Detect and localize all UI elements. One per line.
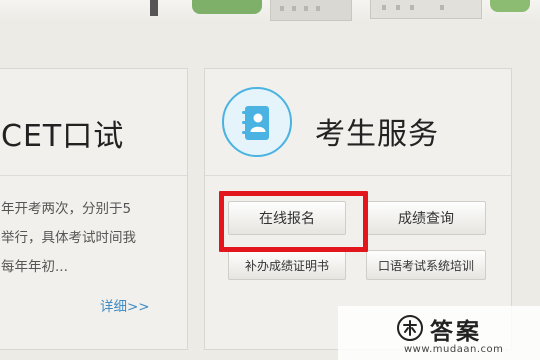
cet-oral-description: 年开考两次，分别于5 举行，具体考试时间我 每年年初... — [1, 195, 177, 282]
banner-post — [150, 0, 158, 16]
banner-building-2 — [370, 0, 482, 19]
header-banner — [0, 0, 540, 22]
banner-tree-right — [490, 0, 530, 12]
watermark-logo-icon — [397, 315, 423, 341]
divider — [0, 175, 187, 176]
score-query-button[interactable]: 成绩查询 — [366, 201, 486, 235]
watermark-url: www.mudaan.com — [404, 344, 504, 355]
desc-line: 举行，具体考试时间我 — [1, 230, 136, 246]
address-book-icon — [222, 87, 292, 157]
candidate-services-title: 考生服务 — [315, 117, 439, 152]
watermark-title: 答案 — [430, 319, 482, 345]
banner-tree-left — [192, 0, 262, 14]
cet-oral-title: CET口试 — [1, 119, 125, 154]
reissue-certificate-button[interactable]: 补办成绩证明书 — [228, 250, 346, 280]
watermark: 答案 www.mudaan.com — [338, 306, 540, 360]
desc-line: 年开考两次，分别于5 — [1, 201, 132, 217]
highlight-box — [219, 191, 368, 252]
oral-exam-training-button[interactable]: 口语考试系统培训 — [366, 250, 486, 280]
divider — [205, 175, 511, 176]
cet-oral-card: CET口试 年开考两次，分别于5 举行，具体考试时间我 每年年初... 详细>> — [0, 68, 188, 350]
details-link[interactable]: 详细>> — [100, 295, 150, 315]
desc-line: 每年年初... — [1, 259, 68, 275]
